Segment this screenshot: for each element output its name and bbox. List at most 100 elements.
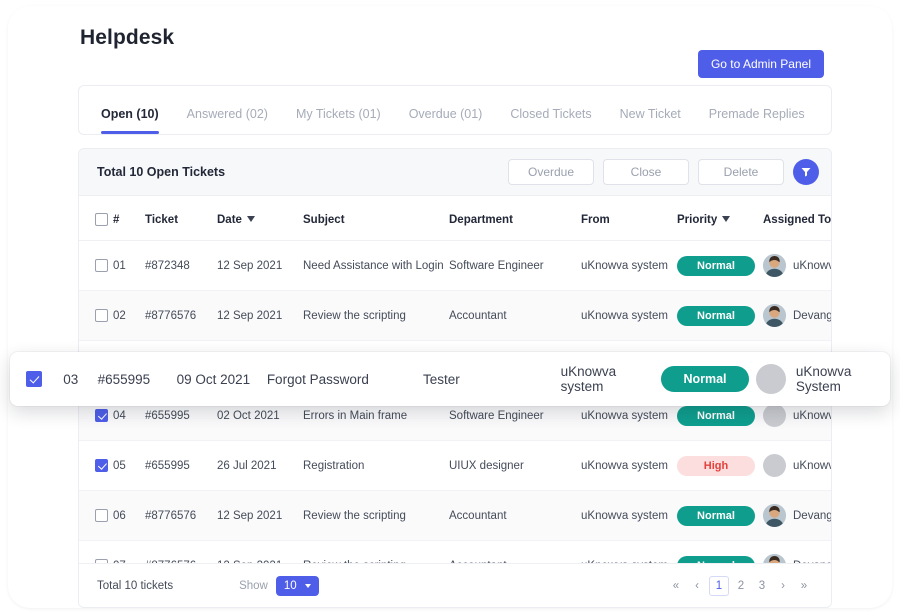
row-assigned-name: Devang xyxy=(793,309,831,322)
row-priority-cell: Normal xyxy=(677,240,763,291)
header-date[interactable]: Date xyxy=(217,196,303,241)
row-assigned-cell: uKnowva System xyxy=(763,440,831,491)
overlay-row-checkbox-cell xyxy=(26,371,63,388)
priority-badge: Normal xyxy=(677,305,755,326)
table-body: 01 #872348 12 Sep 2021 Need Assistance with… xyxy=(79,240,831,591)
tab-new-ticket[interactable]: New Ticket xyxy=(620,107,681,134)
sort-desc-icon[interactable] xyxy=(722,216,731,223)
go-to-admin-panel-button[interactable]: Go to Admin Panel xyxy=(697,50,824,78)
row-checkbox[interactable] xyxy=(95,459,108,472)
row-checkbox[interactable] xyxy=(95,509,108,522)
row-department: UIUX designer xyxy=(449,440,581,491)
app-card: Helpdesk Go to Admin Panel Open (10) Answ… xyxy=(8,6,892,608)
row-priority-cell: Normal xyxy=(677,290,763,341)
row-ticket-id[interactable]: #8776576 xyxy=(145,490,217,541)
row-checkbox[interactable] xyxy=(95,259,108,272)
sort-desc-icon[interactable] xyxy=(246,216,255,223)
avatar xyxy=(763,254,786,277)
tab-premade-replies[interactable]: Premade Replies xyxy=(709,107,805,134)
assignee: uKnowva System xyxy=(763,454,831,477)
close-button[interactable]: Close xyxy=(603,159,689,185)
header-number: # xyxy=(113,196,145,241)
focused-ticket-row[interactable]: 03 #655995 09 Oct 2021 Forgot Password T… xyxy=(10,352,890,406)
table-head: # Ticket Date Subject Department From Pr… xyxy=(79,196,831,241)
footer-total: Total 10 tickets xyxy=(97,579,174,592)
header-department: Department xyxy=(449,196,581,241)
row-checkbox-cell xyxy=(79,490,113,541)
row-checkbox[interactable] xyxy=(95,309,108,322)
row-assigned-name: uKnowva System xyxy=(793,459,831,472)
header-date-label: Date xyxy=(217,213,242,226)
overlay-row-assigned-name: uKnowva System xyxy=(795,364,852,394)
pagination-prev[interactable]: ‹ xyxy=(688,576,706,596)
table-footer: Total 10 tickets Show 10 « ‹ 1 2 3 › » xyxy=(79,563,831,607)
filter-button[interactable] xyxy=(793,159,819,185)
pagination-page-2[interactable]: 2 xyxy=(732,576,750,596)
avatar xyxy=(763,504,786,527)
pagination-next[interactable]: › xyxy=(774,576,792,596)
header-assigned-to: Assigned To xyxy=(763,196,831,241)
row-ticket-id[interactable]: #8776576 xyxy=(145,290,217,341)
row-checkbox-cell xyxy=(79,240,113,291)
assignee: uKnowva System xyxy=(763,254,831,277)
row-date: 26 Jul 2021 xyxy=(217,440,303,491)
header-ticket: Ticket xyxy=(145,196,217,241)
screen: Helpdesk Go to Admin Panel Open (10) Answ… xyxy=(0,0,900,614)
table-header-row: # Ticket Date Subject Department From Pr… xyxy=(79,196,831,241)
select-all-checkbox[interactable] xyxy=(95,213,108,226)
row-assigned-cell: uKnowva System xyxy=(763,240,831,291)
tab-my-tickets-01[interactable]: My Tickets (01) xyxy=(296,107,381,134)
row-from: uKnowva system xyxy=(581,440,677,491)
pagination-last[interactable]: » xyxy=(795,576,813,596)
priority-badge: Normal xyxy=(677,505,755,526)
tabs-bar: Open (10) Answered (02) My Tickets (01) Ove… xyxy=(78,85,832,135)
row-subject[interactable]: Registration xyxy=(303,440,449,491)
row-checkbox[interactable] xyxy=(26,371,42,388)
tab-answered-02[interactable]: Answered (02) xyxy=(187,107,268,134)
avatar xyxy=(763,454,786,477)
table-row[interactable]: 02 #8776576 12 Sep 2021 Review the scriptin… xyxy=(79,290,831,341)
row-ticket-id[interactable]: #872348 xyxy=(145,240,217,291)
pagination-first[interactable]: « xyxy=(667,576,685,596)
row-assigned-cell: Devang xyxy=(763,290,831,341)
row-ticket-id[interactable]: #655995 xyxy=(145,440,217,491)
tab-closed-tickets[interactable]: Closed Tickets xyxy=(510,107,591,134)
row-checkbox[interactable] xyxy=(95,409,108,422)
overlay-row-assigned: uKnowva System xyxy=(755,364,890,394)
header-from: From xyxy=(581,196,677,241)
row-subject[interactable]: Review the scripting xyxy=(303,290,449,341)
row-subject[interactable]: Review the scripting xyxy=(303,490,449,541)
row-number: 06 xyxy=(113,490,145,541)
overlay-row-department: Tester xyxy=(423,371,460,387)
overlay-row-priority-cell: Normal xyxy=(661,366,756,392)
pagination-page-1[interactable]: 1 xyxy=(709,575,729,596)
header-select-all xyxy=(79,196,113,241)
pagination-page-3[interactable]: 3 xyxy=(753,576,771,596)
avatar xyxy=(755,364,786,394)
header-priority[interactable]: Priority xyxy=(677,196,763,241)
overlay-row-from: uKnowva system xyxy=(560,364,617,394)
avatar xyxy=(763,404,786,427)
avatar xyxy=(763,304,786,327)
assignee: uKnowva System xyxy=(763,404,831,427)
overlay-row-subject[interactable]: Forgot Password xyxy=(267,372,423,387)
table-row[interactable]: 01 #872348 12 Sep 2021 Need Assistance with… xyxy=(79,240,831,291)
row-number: 01 xyxy=(113,240,145,291)
row-department: Accountant xyxy=(449,290,581,341)
page-size-select[interactable]: 10 xyxy=(275,575,319,596)
table-row[interactable]: 06 #8776576 12 Sep 2021 Review the scriptin… xyxy=(79,490,831,541)
delete-button[interactable]: Delete xyxy=(698,159,784,185)
row-date: 12 Sep 2021 xyxy=(217,490,303,541)
table-row[interactable]: 05 #655995 26 Jul 2021 Registration UIUX des… xyxy=(79,440,831,491)
row-assigned-name: Devang xyxy=(793,509,831,522)
tab-overdue-01[interactable]: Overdue (01) xyxy=(409,107,483,134)
pagination: « ‹ 1 2 3 › » xyxy=(667,575,813,596)
row-priority-cell: Normal xyxy=(677,490,763,541)
toolbar-actions: Overdue Close Delete xyxy=(508,159,819,185)
row-assigned-cell: Devang xyxy=(763,490,831,541)
priority-badge: High xyxy=(677,455,755,476)
overlay-row-date: 09 Oct 2021 xyxy=(176,371,251,387)
row-subject[interactable]: Need Assistance with Login xyxy=(303,240,449,291)
tab-open-10[interactable]: Open (10) xyxy=(101,107,159,134)
overdue-button[interactable]: Overdue xyxy=(508,159,594,185)
